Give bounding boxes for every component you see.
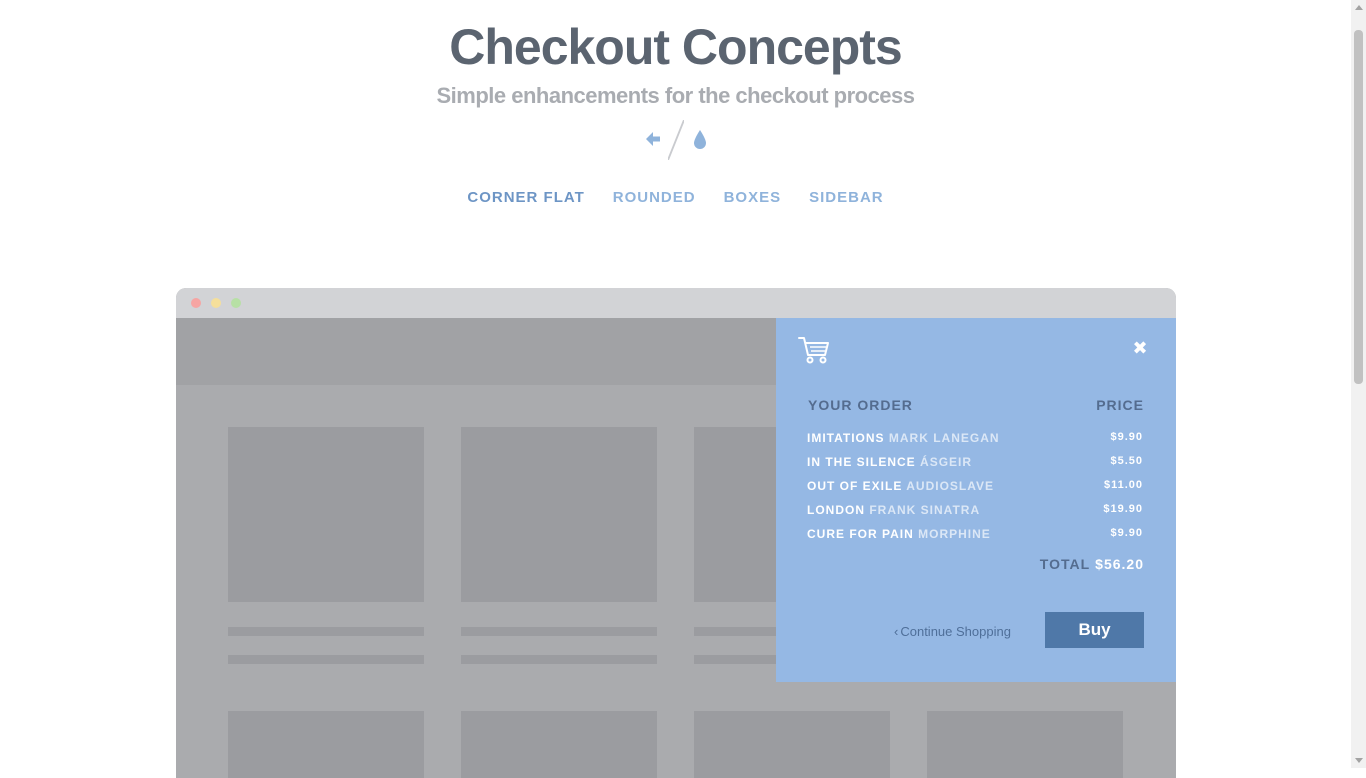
order-item: LONDON FRANK SINATRA $19.90 bbox=[807, 503, 1143, 527]
item-title: CURE FOR PAIN bbox=[807, 527, 914, 541]
item-price: $5.50 bbox=[1110, 455, 1143, 467]
placeholder-line bbox=[228, 655, 424, 664]
item-title: OUT OF EXILE bbox=[807, 479, 903, 493]
icon-row bbox=[640, 120, 715, 160]
divider-slash bbox=[668, 120, 684, 160]
item-artist: AUDIOSLAVE bbox=[906, 479, 995, 493]
item-title: LONDON bbox=[807, 503, 865, 517]
page-scrollbar[interactable] bbox=[1351, 0, 1366, 768]
continue-shopping-link[interactable]: ‹ Continue Shopping bbox=[894, 624, 1011, 639]
arrow-left-icon[interactable] bbox=[644, 130, 662, 148]
placeholder-line bbox=[461, 655, 657, 664]
placeholder-image bbox=[228, 427, 424, 602]
scroll-thumb[interactable] bbox=[1354, 30, 1363, 384]
order-header: YOUR ORDER bbox=[808, 397, 913, 413]
item-artist: MARK LANEGAN bbox=[888, 431, 1000, 445]
window-maximize-dot bbox=[231, 298, 241, 308]
item-title: IN THE SILENCE bbox=[807, 455, 916, 469]
tab-rounded[interactable]: ROUNDED bbox=[613, 189, 696, 206]
item-price: $9.90 bbox=[1110, 527, 1143, 539]
item-artist: MORPHINE bbox=[918, 527, 991, 541]
window-close-dot bbox=[191, 298, 201, 308]
item-price: $19.90 bbox=[1103, 503, 1143, 515]
scroll-down-icon[interactable] bbox=[1355, 758, 1363, 763]
item-artist: ÁSGEIR bbox=[920, 455, 973, 469]
drop-icon[interactable] bbox=[694, 130, 706, 149]
cart-icon bbox=[798, 337, 829, 364]
placeholder-line bbox=[228, 627, 424, 636]
page-title: Checkout Concepts bbox=[449, 19, 903, 75]
order-item: IMITATIONS MARK LANEGAN $9.90 bbox=[807, 431, 1143, 455]
order-item: IN THE SILENCE ÁSGEIR $5.50 bbox=[807, 455, 1143, 479]
tab-corner-flat[interactable]: CORNER FLAT bbox=[467, 189, 584, 206]
item-price: $9.90 bbox=[1110, 431, 1143, 443]
item-price: $11.00 bbox=[1103, 479, 1143, 491]
scroll-up-icon[interactable] bbox=[1355, 5, 1363, 10]
window-titlebar bbox=[176, 288, 1176, 318]
close-icon[interactable]: ✖ bbox=[1132, 339, 1148, 357]
placeholder-line bbox=[461, 627, 657, 636]
order-item: OUT OF EXILE AUDIOSLAVE $11.00 bbox=[807, 479, 1143, 503]
placeholder-image bbox=[461, 427, 657, 602]
total-value: $56.20 bbox=[1095, 556, 1144, 572]
cart-panel: ✖ YOUR ORDER PRICE IMITATIONS MARK LANEG… bbox=[776, 318, 1176, 682]
tab-bar: CORNER FLAT ROUNDED BOXES SIDEBAR bbox=[0, 189, 1351, 207]
order-item: CURE FOR PAIN MORPHINE $9.90 bbox=[807, 527, 1143, 551]
item-artist: FRANK SINATRA bbox=[869, 503, 981, 517]
total-label: TOTAL bbox=[1039, 556, 1091, 572]
tab-boxes[interactable]: BOXES bbox=[724, 189, 782, 206]
order-list: IMITATIONS MARK LANEGAN $9.90 IN THE SIL… bbox=[807, 431, 1143, 551]
continue-shopping-label: Continue Shopping bbox=[900, 624, 1011, 639]
item-title: IMITATIONS bbox=[807, 431, 885, 445]
buy-button[interactable]: Buy bbox=[1045, 612, 1144, 648]
tab-sidebar[interactable]: SIDEBAR bbox=[809, 189, 884, 206]
price-header: PRICE bbox=[1096, 397, 1144, 413]
page-subtitle: Simple enhancements for the checkout pro… bbox=[436, 83, 915, 108]
window-minimize-dot bbox=[211, 298, 221, 308]
chevron-left-icon: ‹ bbox=[894, 624, 899, 639]
order-total: TOTAL $56.20 bbox=[1040, 556, 1144, 572]
